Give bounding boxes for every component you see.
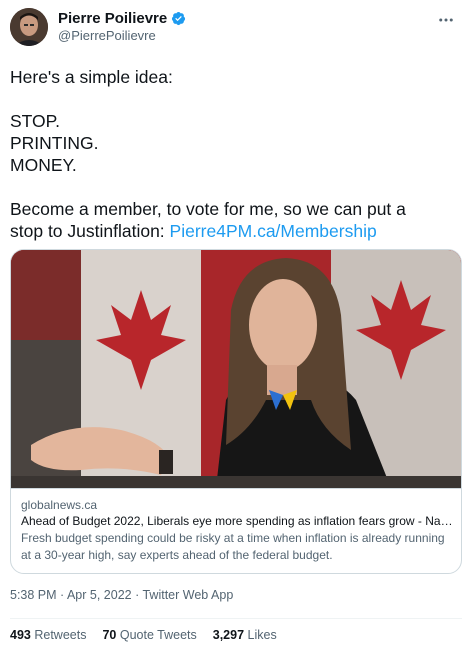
membership-link[interactable]: Pierre4PM.ca/Membership [170,221,377,241]
tweet-line: MONEY. [10,155,77,175]
avatar[interactable] [10,8,48,46]
tweet-line: Here's a simple idea: [10,67,173,87]
tweet-timestamp[interactable]: 5:38 PM · Apr 5, 2022 · Twitter Web App [10,588,233,602]
likes-count: 3,297 [212,628,245,642]
author-name[interactable]: Pierre Poilievre [58,10,167,27]
divider [10,618,462,619]
tweet-line: PRINTING. [10,133,99,153]
card-meta: globalnews.ca Ahead of Budget 2022, Libe… [11,488,461,573]
likes-stat[interactable]: 3,297 Likes [213,628,277,642]
tweet-text: Here's a simple idea: STOP. PRINTING. MO… [10,66,462,242]
link-preview-card[interactable]: globalnews.ca Ahead of Budget 2022, Libe… [10,249,462,574]
card-domain: globalnews.ca [21,498,98,512]
engagement-stats: 493 Retweets 70 Quote Tweets 3,297 Likes [10,628,277,642]
tweet-line: Become a member, to vote for me, so we c… [10,199,406,219]
tweet-line-with-link: stop to Justinflation: Pierre4PM.ca/Memb… [10,220,462,242]
author-handle[interactable]: @PierrePoilievre [58,28,156,43]
card-title: Ahead of Budget 2022, Liberals eye more … [21,514,453,528]
card-description: Fresh budget spending could be risky at … [21,531,445,562]
retweets-label: Retweets [34,628,87,642]
retweets-stat[interactable]: 493 Retweets [10,628,86,642]
quote-tweets-label: Quote Tweets [119,628,197,642]
more-options-icon[interactable] [434,8,458,32]
retweets-count: 493 [10,628,31,642]
tweet-line: stop to Justinflation: [10,221,170,241]
likes-label: Likes [247,628,277,642]
verified-badge-icon [172,11,186,26]
quote-tweets-stat[interactable]: 70 Quote Tweets [102,628,196,642]
quote-tweets-count: 70 [102,628,117,642]
tweet-header: Pierre Poilievre @PierrePoilievre [0,0,472,56]
tweet-line: STOP. [10,111,60,131]
card-image[interactable] [11,250,461,488]
